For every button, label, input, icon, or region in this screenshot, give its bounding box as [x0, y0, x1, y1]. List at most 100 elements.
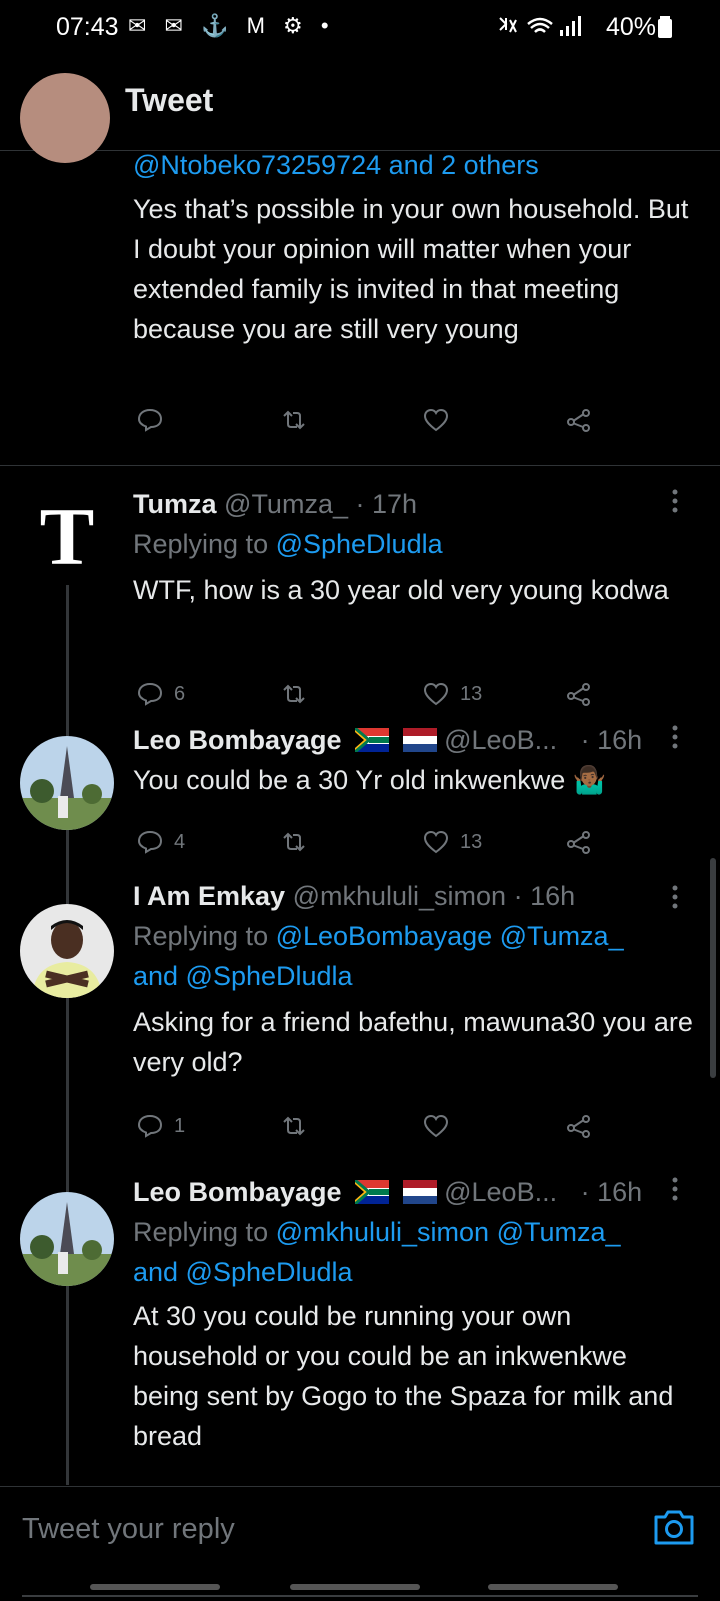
- netherlands-flag-icon: [402, 1180, 437, 1204]
- battery-percent: 40%: [605, 13, 656, 41]
- share-icon: [567, 1115, 590, 1138]
- notification-icons: ✉ ✉ ⚓ M ⚙ •: [128, 13, 335, 38]
- scrollbar[interactable]: [710, 858, 716, 1078]
- tweet-1[interactable]: T Tumza @Tumza_ · 17h Replying to @SpheD…: [0, 466, 720, 716]
- nav-recent-apps-button[interactable]: [90, 1584, 220, 1590]
- replying-prefix: Replying to: [133, 1217, 276, 1247]
- reply-underline: [22, 1595, 698, 1597]
- user-handle[interactable]: @LeoB...: [444, 1177, 557, 1207]
- retweet-icon: [283, 1116, 305, 1136]
- user-name[interactable]: I Am Emkay: [133, 881, 285, 911]
- tweet-actions: 4 13: [0, 828, 720, 868]
- nav-home-button[interactable]: [290, 1584, 420, 1590]
- replying-to-link[interactable]: @mkhululi_simon @Tumza_: [276, 1217, 621, 1247]
- like-button[interactable]: 13: [422, 828, 482, 856]
- avatar-letter: T: [39, 491, 95, 582]
- share-button[interactable]: [565, 1112, 593, 1140]
- like-count: 13: [460, 682, 483, 705]
- status-time: 07:43: [56, 13, 119, 41]
- tweet-time: · 16h: [580, 1177, 643, 1207]
- reply-button[interactable]: [136, 406, 164, 434]
- retweet-icon: [283, 832, 305, 852]
- tweet-2[interactable]: Leo Bombayage @LeoB... · 16h You could b…: [0, 716, 720, 881]
- status-bar: 07:43 ✉ ✉ ⚓ M ⚙ • 40%: [0, 0, 720, 54]
- avatar[interactable]: [20, 73, 110, 163]
- share-icon: [567, 683, 590, 706]
- replying-to-link[interactable]: @LeoBombayage @Tumza_: [276, 921, 624, 951]
- retweet-icon: [283, 684, 305, 704]
- replying-to-link[interactable]: @SpheDludla: [276, 529, 443, 559]
- like-count: 13: [460, 830, 483, 853]
- more-icon[interactable]: [670, 488, 680, 514]
- retweet-button[interactable]: [280, 828, 308, 856]
- tweet-0[interactable]: @Ntobeko73259724 and 2 others Yes that’s…: [0, 73, 720, 465]
- like-icon: [423, 408, 449, 432]
- retweet-icon: [283, 410, 305, 430]
- reply-icon: [137, 1114, 163, 1138]
- south-africa-flag-icon: [355, 728, 390, 752]
- tweet-time: · 16h: [513, 881, 576, 911]
- replying-to: Replying to @mkhululi_simon @Tumza_ and …: [133, 1212, 693, 1292]
- avatar[interactable]: T: [20, 490, 114, 584]
- reply-mentions[interactable]: @Ntobeko73259724 and 2 others: [133, 145, 539, 185]
- user-name[interactable]: Leo Bombayage: [133, 725, 342, 755]
- retweet-button[interactable]: [280, 406, 308, 434]
- reply-input[interactable]: Tweet your reply: [22, 1513, 235, 1546]
- user-name[interactable]: Leo Bombayage: [133, 1177, 342, 1207]
- user-handle[interactable]: @mkhululi_simon: [293, 881, 506, 911]
- like-button[interactable]: 13: [422, 680, 482, 708]
- tweet-text-wrap: You could be a 30 Yr old inkwenkwe 🤷🏾‍♂️: [133, 760, 693, 800]
- replying-to: Replying to @SpheDludla: [133, 524, 443, 564]
- tweet-text: Yes that’s possible in your own househol…: [133, 194, 689, 344]
- avatar[interactable]: [20, 904, 114, 998]
- reply-button[interactable]: 6: [136, 680, 185, 708]
- replying-to-more[interactable]: and @SpheDludla: [133, 961, 353, 991]
- user-handle[interactable]: @LeoB...: [444, 725, 557, 755]
- tweet-header: I Am Emkay @mkhululi_simon · 16h: [133, 876, 575, 916]
- replying-to-more[interactable]: and @SpheDludla: [133, 1257, 353, 1287]
- avatar[interactable]: [20, 1192, 114, 1286]
- like-button[interactable]: [422, 406, 450, 434]
- tweet-3[interactable]: I Am Emkay @mkhululi_simon · 16h Replyin…: [0, 881, 720, 1172]
- like-button[interactable]: [422, 1112, 450, 1140]
- tweet-text: You could be a 30 Yr old inkwenkwe: [133, 765, 566, 795]
- battery-icon: [658, 16, 672, 38]
- shrug-emoji: 🤷🏾‍♂️: [572, 765, 607, 795]
- tweet-actions: 6 13: [0, 680, 720, 720]
- tweet-header: Tumza @Tumza_ · 17h: [133, 484, 417, 524]
- replying-prefix: Replying to: [133, 529, 276, 559]
- tweet-time: · 17h: [355, 489, 418, 519]
- share-icon: [567, 831, 590, 854]
- tweet-4[interactable]: Leo Bombayage @LeoB... · 16h Replying to…: [0, 1172, 720, 1486]
- tweet-text: At 30 you could be running your own hous…: [133, 1301, 674, 1451]
- like-icon: [423, 1114, 449, 1138]
- share-button[interactable]: [565, 406, 593, 434]
- more-icon[interactable]: [670, 724, 680, 750]
- user-handle[interactable]: @Tumza_: [224, 489, 348, 519]
- reply-icon: [137, 682, 163, 706]
- tweet-text: Asking for a friend bafethu, mawuna30 yo…: [133, 1007, 693, 1077]
- reply-icon: [137, 830, 163, 854]
- like-icon: [423, 830, 449, 854]
- more-icon[interactable]: [670, 884, 680, 910]
- page-title: Tweet: [125, 82, 214, 118]
- nav-back-button[interactable]: [488, 1584, 618, 1590]
- avatar[interactable]: [20, 736, 114, 830]
- share-button[interactable]: [565, 680, 593, 708]
- reply-button[interactable]: 4: [136, 828, 185, 856]
- reply-count: 6: [174, 682, 186, 705]
- reply-button[interactable]: 1: [136, 1112, 185, 1140]
- tweet-header: Leo Bombayage @LeoB... · 16h: [133, 1172, 642, 1212]
- user-name[interactable]: Tumza: [133, 489, 217, 519]
- tweet-actions: [0, 406, 720, 446]
- retweet-button[interactable]: [280, 680, 308, 708]
- camera-icon[interactable]: [650, 1503, 698, 1551]
- avatar-photo: [20, 736, 114, 830]
- avatar-photo: [20, 904, 114, 998]
- retweet-button[interactable]: [280, 1112, 308, 1140]
- like-icon: [423, 682, 449, 706]
- replying-prefix: Replying to: [133, 921, 276, 951]
- more-icon[interactable]: [670, 1176, 680, 1202]
- signal-icons: [499, 16, 581, 36]
- share-button[interactable]: [565, 828, 593, 856]
